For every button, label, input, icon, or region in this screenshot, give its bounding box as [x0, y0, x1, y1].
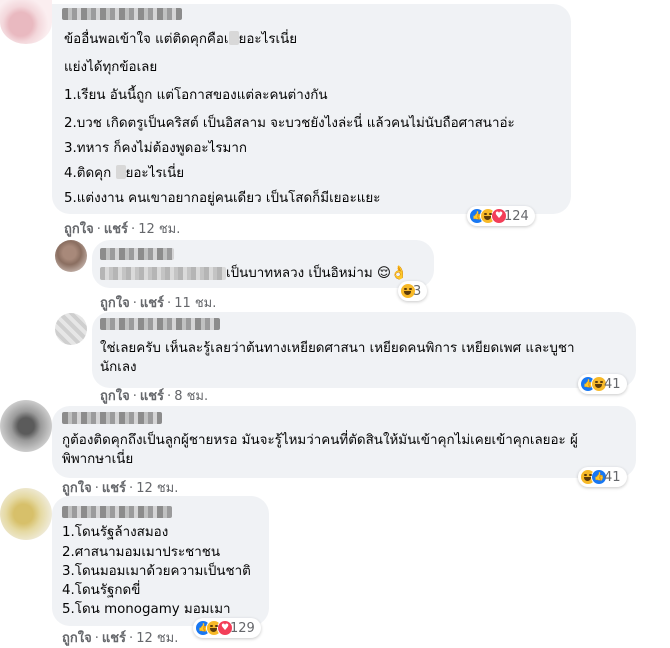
- censored-text: [115, 165, 126, 179]
- reaction-summary[interactable]: 41: [578, 374, 627, 394]
- share-link[interactable]: แชร์: [140, 389, 164, 404]
- avatar[interactable]: [0, 0, 52, 44]
- reaction-count: 41: [604, 376, 621, 392]
- comment-actions: ถูกใจ · แชร์ · 12 ชม.: [62, 631, 179, 646]
- reaction-summary[interactable]: 124: [467, 206, 535, 226]
- timestamp[interactable]: 12 ชม.: [138, 222, 180, 237]
- like-link[interactable]: ถูกใจ: [100, 389, 130, 404]
- share-link[interactable]: แชร์: [102, 481, 126, 496]
- timestamp[interactable]: 12 ชม.: [136, 631, 178, 646]
- like-link[interactable]: ถูกใจ: [62, 631, 92, 646]
- haha-icon: [580, 469, 596, 485]
- timestamp[interactable]: 11 ชม.: [174, 296, 216, 311]
- avatar[interactable]: [0, 400, 52, 452]
- comment-text-line: 2.บวช เกิดตรูเป็นคริสต์ เป็นอิสลาม จะบวช…: [64, 116, 515, 131]
- comment-text-line: พิพากษาเนี่ย: [62, 452, 134, 467]
- comment-text-line: 2.ศาสนามอมเมาประชาชน: [62, 545, 220, 560]
- haha-icon: [206, 620, 222, 636]
- reaction-count: 41: [604, 469, 621, 485]
- reaction-count: 124: [504, 208, 529, 224]
- comment-text-line: เป็นบาทหลวง เป็นอิหม่าม 😌👌: [100, 265, 408, 283]
- comment-author-name[interactable]: [62, 412, 162, 424]
- comment-text-line: 1.โดนรัฐล้างสมอง: [62, 525, 169, 540]
- comment-text-line: 3.โดนมอมเมาด้วยความเป็นชาติ: [62, 564, 251, 579]
- comment-actions: ถูกใจ · แชร์ · 12 ชม.: [64, 222, 181, 237]
- reaction-count: 129: [230, 620, 255, 636]
- comment-actions: ถูกใจ · แชร์ · 11 ชม.: [100, 296, 217, 311]
- censored-text: [100, 266, 226, 280]
- share-link[interactable]: แชร์: [104, 222, 128, 237]
- avatar[interactable]: [55, 240, 87, 272]
- comment-text-line: 4.โดนรัฐกดขี่: [62, 583, 141, 598]
- comment-author-name[interactable]: [62, 506, 172, 518]
- like-link[interactable]: ถูกใจ: [62, 481, 92, 496]
- timestamp[interactable]: 12 ชม.: [136, 481, 178, 496]
- comment-text-line: แย่งได้ทุกข้อเลย: [64, 60, 158, 75]
- timestamp[interactable]: 8 ชม.: [174, 389, 208, 404]
- reaction-summary[interactable]: 129: [193, 618, 261, 638]
- comment-author-name[interactable]: [100, 318, 220, 330]
- comment-author-name[interactable]: [62, 8, 182, 20]
- comment-text-line: 5.โดน monogamy มอมเมา: [62, 602, 231, 617]
- comment-text-line: 1.เรียน อันนี้ถูก แต่โอกาสของแต่ละคนต่าง…: [64, 88, 328, 103]
- reaction-summary[interactable]: 41: [578, 467, 627, 487]
- comment-text-line: ใช่เลยครับ เห็นละรู้เลยว่าต้นทางเหยียดศา…: [100, 341, 575, 356]
- comment-text-line: 5.แต่งงาน คนเขาอยากอยู่คนเดียว เป็นโสดก็…: [64, 191, 381, 206]
- share-link[interactable]: แชร์: [140, 296, 164, 311]
- comment-text-line: นักเลง: [100, 360, 137, 375]
- comment-text-line: 4.ติดคุก ยอะไรเนี่ย: [64, 165, 185, 181]
- share-link[interactable]: แชร์: [102, 631, 126, 646]
- haha-icon: [480, 208, 496, 224]
- haha-icon: [400, 283, 416, 299]
- comment-author-name[interactable]: [100, 248, 174, 260]
- comment-actions: ถูกใจ · แชร์ · 8 ชม.: [100, 389, 209, 404]
- haha-icon: [591, 376, 607, 392]
- comment-text-line: กูต้องติดคุกถึงเป็นลูกผู้ชายหรอ มันจะรู้…: [62, 433, 578, 448]
- comment-text-line: ข้ออื่นพอเข้าใจ แต่ติดคุกคือเ ยอะไรเนี่ย: [64, 31, 298, 47]
- avatar[interactable]: [55, 313, 87, 345]
- comment-actions: ถูกใจ · แชร์ · 12 ชม.: [62, 481, 179, 496]
- like-link[interactable]: ถูกใจ: [64, 222, 94, 237]
- comment-text-line: 3.ทหาร ก็คงไม่ต้องพูดอะไรมาก: [64, 141, 247, 156]
- avatar[interactable]: [0, 488, 52, 540]
- censored-text: [228, 31, 239, 45]
- reaction-summary[interactable]: 3: [398, 281, 428, 301]
- like-link[interactable]: ถูกใจ: [100, 296, 130, 311]
